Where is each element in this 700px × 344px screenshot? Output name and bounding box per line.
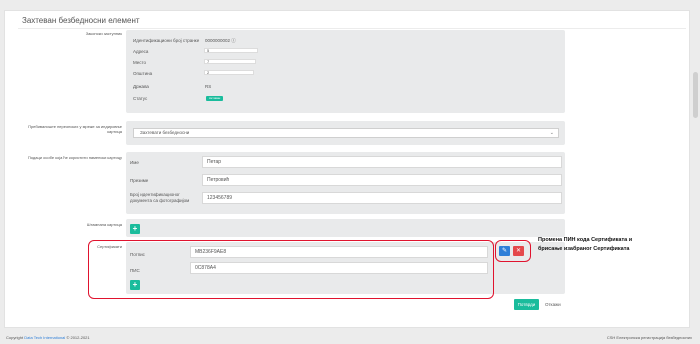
footer-years: © 2012-2021 — [65, 335, 90, 340]
footer-prefix: Copyright — [6, 335, 25, 340]
status-badge: Активан — [206, 96, 224, 101]
last-name-field[interactable]: Петровић — [202, 174, 562, 186]
footer-right-text: CSH Електронска регистрација безбедносни… — [606, 335, 692, 340]
scrollbar-thumb[interactable] — [693, 72, 698, 118]
annotation-text: Промена ПИН кода Сертификата и брисање и… — [538, 237, 633, 252]
chevron-down-icon: ⌄ — [549, 130, 554, 136]
card-person-section-label: Подаци особе која ће користити наменски … — [27, 155, 122, 160]
id-document-key: Број идентификационог документа са фотог… — [130, 192, 190, 203]
delivery-section-label: Пребивалиште нереонских у мреже за индир… — [28, 124, 122, 134]
certificates-highlight — [88, 240, 494, 299]
holder-id-key: Идентификациони број странке — [133, 38, 200, 43]
holder-city-key: Место — [133, 60, 147, 65]
first-name-key: Име — [130, 160, 139, 165]
holder-address-key: Адреса — [133, 49, 149, 54]
page-title: Захтеван безбедносни елемент — [22, 16, 140, 25]
add-printed-card-button[interactable]: + — [130, 224, 140, 234]
save-button[interactable]: Потврди — [514, 299, 539, 310]
holder-id-value: 0000000002 ⓘ — [205, 38, 236, 43]
footer-brand-link[interactable]: Data Tech International — [24, 335, 65, 340]
change-pin-button[interactable]: ✎ — [499, 246, 510, 256]
holder-municipality-key: Општина — [133, 71, 153, 76]
holder-city-field[interactable]: 7 — [204, 59, 256, 64]
id-document-field[interactable]: 123456789 — [202, 192, 562, 204]
printed-card-label: Штампана картица — [86, 222, 122, 227]
holder-status-key: Статус — [133, 96, 148, 101]
holder-address-field[interactable]: 5 — [204, 48, 258, 53]
delete-certificate-button[interactable]: ✕ — [513, 246, 524, 256]
cancel-link[interactable]: Откажи — [545, 299, 561, 310]
holder-country-key: Држава — [133, 84, 149, 89]
holder-country-value: RS — [205, 84, 212, 89]
first-name-field[interactable]: Петар — [202, 156, 562, 168]
footer-copyright: Copyright Data Tech International © 2012… — [6, 335, 90, 340]
holder-section-label: Законски заступник — [85, 31, 122, 36]
title-divider — [18, 28, 686, 29]
holder-municipality-field[interactable]: 2 — [204, 70, 254, 75]
printed-card-panel — [126, 219, 565, 237]
delivery-select[interactable]: Захтевати безбедносни ⌄ — [133, 128, 559, 138]
delivery-select-value: Захтевати безбедносни — [140, 130, 190, 135]
last-name-key: Презиме — [130, 178, 149, 183]
